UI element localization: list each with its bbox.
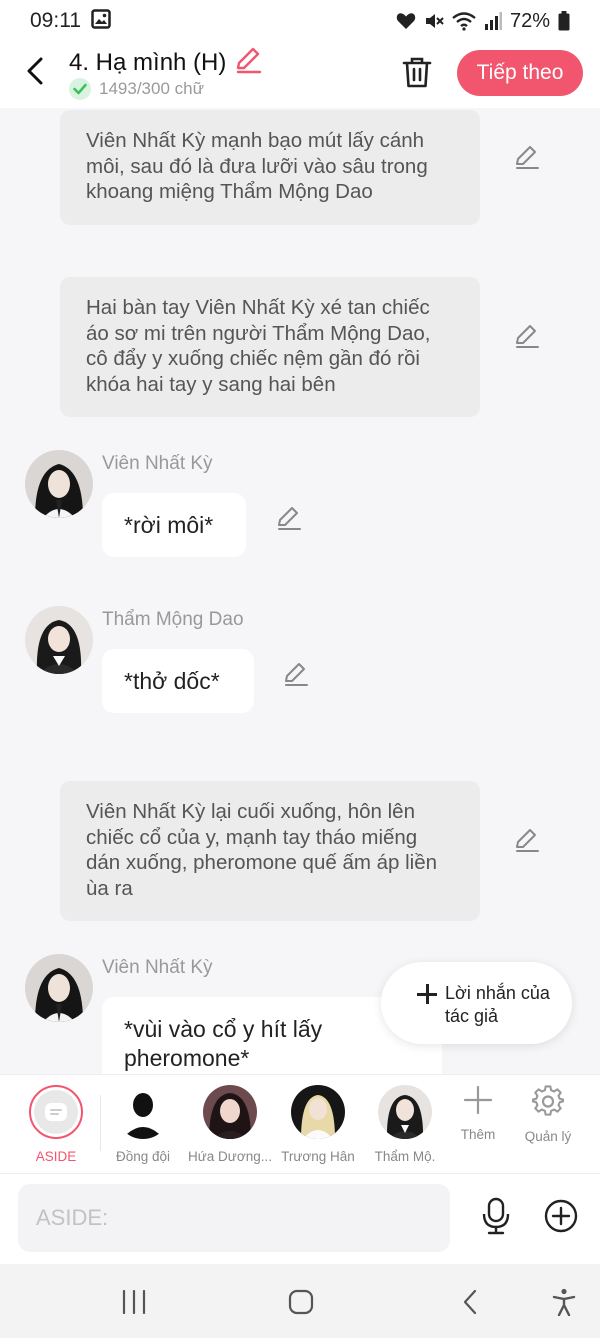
edit-icon[interactable] xyxy=(283,661,309,687)
recents-button[interactable] xyxy=(114,1286,154,1318)
chevron-left-icon xyxy=(27,57,43,85)
edit-icon[interactable] xyxy=(514,323,540,349)
character-label: Hứa Dương... xyxy=(188,1149,272,1164)
character-name: Viên Nhất Kỳ xyxy=(102,957,213,978)
avatar xyxy=(378,1085,432,1139)
plus-circle-icon xyxy=(544,1199,578,1233)
recents-icon xyxy=(122,1290,146,1314)
author-note-label: Lời nhắn của tác giả xyxy=(445,983,550,1026)
gear-icon xyxy=(532,1085,564,1116)
status-bar: 09:11 72% xyxy=(0,0,600,42)
plus-icon xyxy=(463,1085,493,1115)
avatar xyxy=(291,1085,345,1139)
avatar[interactable] xyxy=(25,450,93,518)
system-back-button[interactable] xyxy=(450,1286,490,1318)
back-icon xyxy=(463,1289,477,1315)
narration-icon xyxy=(45,1103,67,1121)
edit-title-icon[interactable] xyxy=(234,46,262,79)
battery-percent: 72% xyxy=(509,9,550,32)
character-name: Viên Nhất Kỳ xyxy=(102,453,213,474)
message-bubble[interactable]: *thở dốc* xyxy=(102,649,254,713)
home-icon xyxy=(288,1289,314,1315)
edit-icon[interactable] xyxy=(514,827,540,853)
character-aside[interactable]: ASIDE xyxy=(13,1085,99,1164)
avatar[interactable] xyxy=(25,954,93,1022)
microphone-icon xyxy=(482,1197,510,1235)
character-label: ASIDE xyxy=(35,1149,77,1164)
author-note-button[interactable]: Lời nhắn của tác giả xyxy=(381,962,572,1044)
next-button[interactable]: Tiếp theo xyxy=(457,50,583,96)
status-time: 09:11 xyxy=(30,9,81,32)
check-icon xyxy=(69,78,91,100)
character-bar: ASIDE Đồng đội Hứa Dương... Trương Hân T… xyxy=(0,1074,600,1174)
narration-block[interactable]: Viên Nhất Kỳ lại cuối xuống, hôn lên chi… xyxy=(60,781,480,921)
system-nav-bar xyxy=(0,1264,600,1338)
manage-label: Quản lý xyxy=(524,1129,572,1144)
delete-button[interactable] xyxy=(400,54,434,90)
voice-button[interactable] xyxy=(478,1196,514,1236)
avatar[interactable] xyxy=(25,606,93,674)
signal-icon xyxy=(484,12,502,30)
home-button[interactable] xyxy=(281,1286,321,1318)
edit-icon[interactable] xyxy=(514,144,540,170)
character-label: Trương Hân xyxy=(281,1149,355,1164)
avatar xyxy=(203,1085,257,1139)
plus-icon xyxy=(417,984,437,1004)
trash-icon xyxy=(402,57,432,88)
heart-icon xyxy=(396,12,416,30)
chat-area[interactable]: Viên Nhất Kỳ mạnh bạo mút lấy cánh môi, … xyxy=(0,108,600,1074)
aside-avatar xyxy=(29,1085,83,1139)
character-teammate[interactable]: Đồng đội xyxy=(100,1085,186,1164)
input-bar xyxy=(0,1174,600,1264)
message-input[interactable] xyxy=(18,1184,450,1252)
word-count: 1493/300 chữ xyxy=(99,79,204,98)
accessibility-button[interactable] xyxy=(544,1286,584,1318)
gallery-notification-icon xyxy=(91,8,111,34)
page-title: 4. Hạ mình (H) xyxy=(69,48,227,76)
edit-icon[interactable] xyxy=(276,505,302,531)
message-bubble[interactable]: *rời môi* xyxy=(102,493,246,557)
character-label: Thẩm Mộ. xyxy=(374,1149,436,1164)
add-character-button[interactable]: Thêm xyxy=(448,1085,508,1142)
avatar xyxy=(116,1085,170,1139)
character-label: Đồng đội xyxy=(115,1149,171,1164)
back-button[interactable] xyxy=(20,54,50,88)
character-truong-han[interactable]: Trương Hân xyxy=(275,1085,361,1164)
character-name: Thẩm Mộng Dao xyxy=(102,609,244,630)
narration-block[interactable]: Hai bàn tay Viên Nhất Kỳ xé tan chiếc áo… xyxy=(60,277,480,417)
attach-button[interactable] xyxy=(543,1198,579,1234)
manage-button[interactable]: Quản lý xyxy=(518,1085,578,1144)
wifi-icon xyxy=(452,11,476,31)
character-hua-duong[interactable]: Hứa Dương... xyxy=(187,1085,273,1164)
add-label: Thêm xyxy=(460,1127,496,1142)
mute-icon xyxy=(424,11,444,31)
narration-block[interactable]: Viên Nhất Kỳ mạnh bạo mút lấy cánh môi, … xyxy=(60,110,480,225)
header: 4. Hạ mình (H) 1493/300 chữ Tiếp theo xyxy=(0,42,600,108)
accessibility-icon xyxy=(552,1288,576,1316)
battery-icon xyxy=(558,11,570,31)
character-tham-mong-dao[interactable]: Thẩm Mộ. xyxy=(362,1085,448,1164)
